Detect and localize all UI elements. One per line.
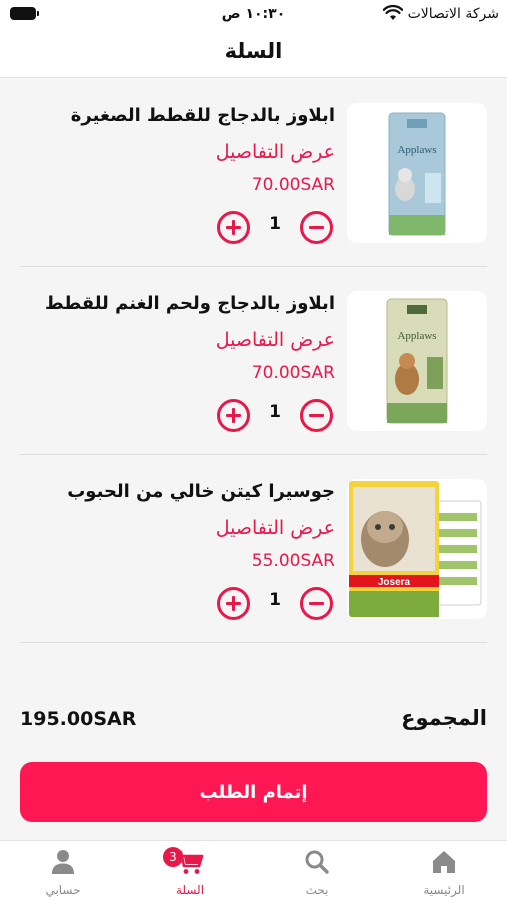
checkout-button[interactable]: إتمام الطلب (20, 762, 487, 822)
cart-item: Applaws ابلاوز بالدجاج ولحم الغنم للقطط … (0, 267, 507, 455)
product-image[interactable]: Applaws (347, 291, 487, 431)
cart-count-badge: 3 (163, 847, 183, 867)
order-total: المجموع 195.00SAR (0, 700, 507, 740)
product-price: 70.00SAR (251, 363, 335, 383)
quantity-value: 1 (269, 402, 281, 422)
tab-label: بحث (305, 883, 329, 897)
view-details-link[interactable]: عرض التفاصيل (216, 517, 335, 539)
view-details-link[interactable]: عرض التفاصيل (216, 329, 335, 351)
increase-quantity-button[interactable] (217, 399, 250, 432)
product-name: ابلاوز بالدجاج للقطط الصغيرة (70, 105, 335, 126)
quantity-value: 1 (269, 214, 281, 234)
product-brand: Josera (378, 577, 411, 588)
product-price: 55.00SAR (251, 551, 335, 571)
divider (20, 642, 487, 643)
product-name: ابلاوز بالدجاج ولحم الغنم للقطط (44, 293, 335, 314)
home-icon (433, 851, 455, 873)
product-name: جوسيرا كيتن خالي من الحبوب (67, 481, 335, 502)
search-icon (305, 850, 329, 874)
tab-cart[interactable]: 3 السلة (127, 841, 253, 900)
tab-account[interactable]: حسابي (0, 841, 126, 900)
tab-search[interactable]: بحث (254, 841, 380, 900)
wifi-icon (383, 5, 403, 20)
product-price: 70.00SAR (251, 175, 335, 195)
nav-header: السلة (0, 30, 507, 78)
carrier-name: شركة الاتصالات (407, 6, 499, 22)
increase-quantity-button[interactable] (217, 587, 250, 620)
total-label: المجموع (401, 706, 487, 730)
tab-label: السلة (175, 883, 205, 897)
cart-list: Applaws ابلاوز بالدجاج للقطط الصغيرة عرض… (0, 79, 507, 643)
tab-bar: الرئيسية بحث 3 السلة حسابي (0, 840, 507, 900)
user-icon (52, 850, 74, 874)
tab-home[interactable]: الرئيسية (381, 841, 507, 900)
product-image[interactable]: Josera (347, 479, 487, 619)
decrease-quantity-button[interactable] (300, 211, 333, 244)
product-image[interactable]: Applaws (347, 103, 487, 243)
page-title: السلة (224, 39, 283, 63)
cart-item: Applaws ابلاوز بالدجاج للقطط الصغيرة عرض… (0, 79, 507, 267)
decrease-quantity-button[interactable] (300, 587, 333, 620)
decrease-quantity-button[interactable] (300, 399, 333, 432)
tab-label: حسابي (45, 883, 81, 897)
quantity-value: 1 (269, 590, 281, 610)
increase-quantity-button[interactable] (217, 211, 250, 244)
total-value: 195.00SAR (20, 708, 137, 730)
cart-item: Josera جوسيرا كيتن خالي من الحبوب عرض ال… (0, 455, 507, 643)
product-brand: Applaws (397, 144, 436, 156)
status-bar: ١٠:٣٠ ص شركة الاتصالات (0, 0, 507, 30)
tab-label: الرئيسية (423, 883, 465, 897)
view-details-link[interactable]: عرض التفاصيل (216, 141, 335, 163)
product-brand: Applaws (397, 330, 436, 342)
